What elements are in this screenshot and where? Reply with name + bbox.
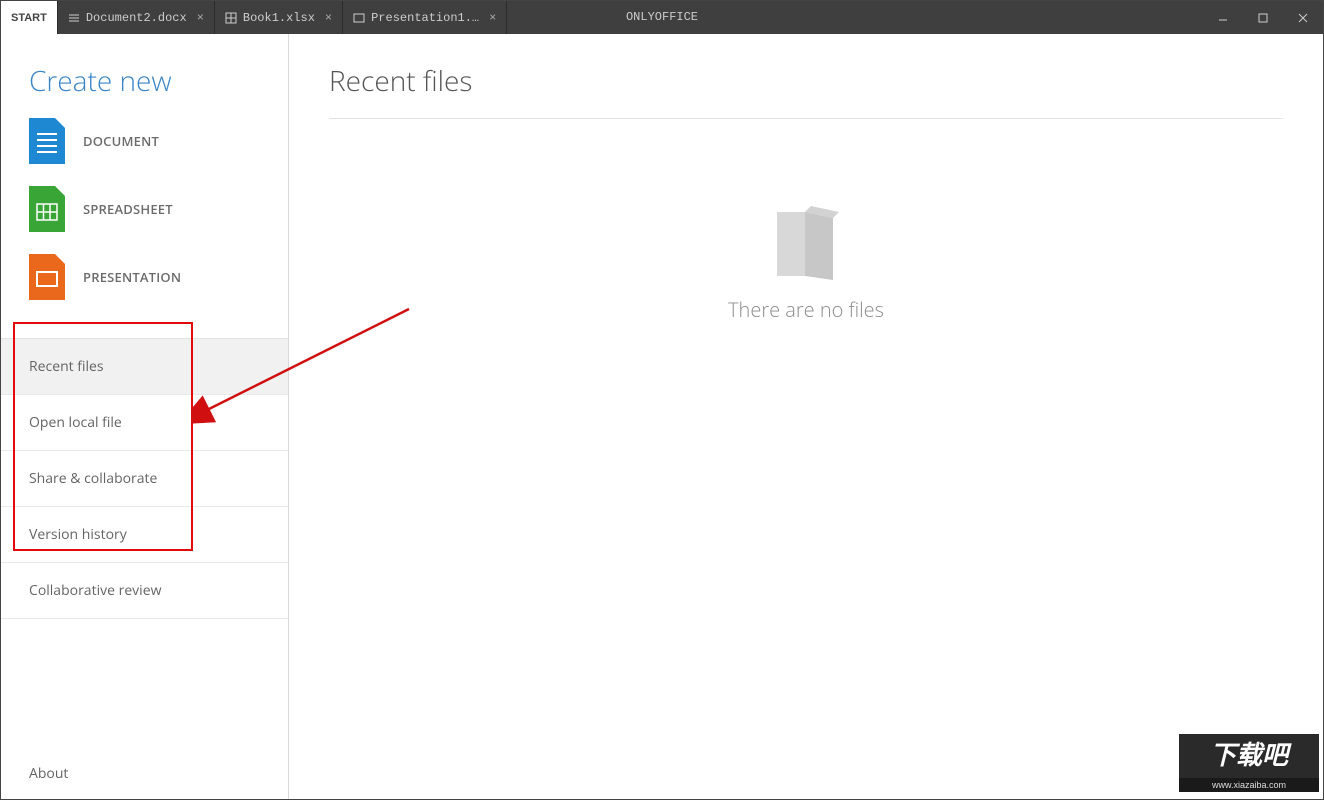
nav-recent-files[interactable]: Recent files [1, 339, 288, 395]
page-title: Recent files [329, 62, 1283, 100]
titlebar: START Document2.docx × Book1.xlsx × Pres… [1, 1, 1323, 34]
close-icon[interactable]: × [489, 11, 496, 25]
maximize-button[interactable] [1243, 1, 1283, 34]
tab-label: START [11, 12, 47, 24]
create-document-label: DOCUMENT [83, 132, 159, 150]
close-window-button[interactable] [1283, 1, 1323, 34]
create-presentation-label: PRESENTATION [83, 268, 181, 286]
tab-label: Document2.docx [86, 11, 187, 25]
tab-label: Presentation1.… [371, 11, 479, 25]
divider [329, 118, 1283, 119]
close-icon[interactable]: × [325, 11, 332, 25]
spreadsheet-icon [225, 12, 237, 24]
document-file-icon [29, 118, 65, 164]
minimize-button[interactable] [1203, 1, 1243, 34]
watermark: 下载吧 www.xiazaiba.com [1179, 734, 1319, 797]
tab-start[interactable]: START [1, 1, 58, 34]
tab-presentation[interactable]: Presentation1.… × [343, 1, 507, 34]
create-document[interactable]: DOCUMENT [29, 118, 260, 164]
spreadsheet-file-icon [29, 186, 65, 232]
document-icon [68, 12, 80, 24]
nav-list: Recent files Open local file Share & col… [1, 338, 288, 619]
close-icon[interactable]: × [197, 11, 204, 25]
tab-spreadsheet[interactable]: Book1.xlsx × [215, 1, 343, 34]
sidebar: Create new DOCUMENT SPREADSHEET [1, 34, 289, 799]
main-panel: Recent files There are no files [289, 34, 1323, 799]
nav-about[interactable]: About [1, 748, 288, 799]
presentation-file-icon [29, 254, 65, 300]
tab-document[interactable]: Document2.docx × [58, 1, 215, 34]
create-spreadsheet[interactable]: SPREADSHEET [29, 186, 260, 232]
nav-collaborative-review[interactable]: Collaborative review [1, 563, 288, 619]
nav-share-collaborate[interactable]: Share & collaborate [1, 451, 288, 507]
create-spreadsheet-label: SPREADSHEET [83, 200, 173, 218]
create-new-title: Create new [29, 62, 260, 100]
create-presentation[interactable]: PRESENTATION [29, 254, 260, 300]
empty-state: There are no files [289, 204, 1323, 323]
nav-version-history[interactable]: Version history [1, 507, 288, 563]
svg-text:下载吧: 下载吧 [1210, 740, 1292, 770]
tab-label: Book1.xlsx [243, 11, 315, 25]
empty-state-text: There are no files [289, 296, 1323, 323]
empty-folder-icon [771, 204, 841, 282]
presentation-icon [353, 13, 365, 23]
nav-open-local-file[interactable]: Open local file [1, 395, 288, 451]
svg-text:www.xiazaiba.com: www.xiazaiba.com [1211, 780, 1286, 790]
